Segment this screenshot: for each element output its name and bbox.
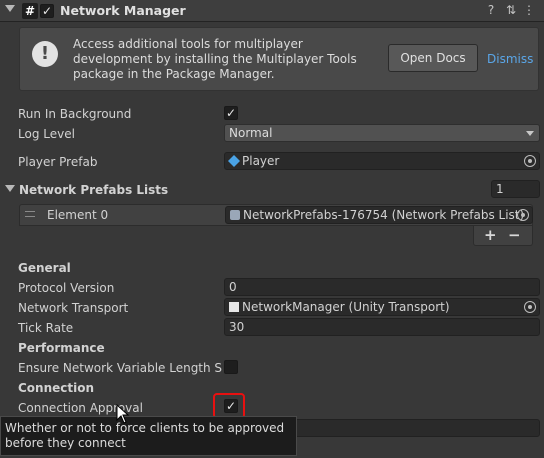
player-prefab-value: Player: [242, 154, 280, 168]
chevron-down-icon: [526, 131, 534, 136]
protocol-version-field[interactable]: 0: [224, 278, 540, 296]
drag-handle-icon[interactable]: [25, 211, 35, 217]
help-icon[interactable]: ?: [484, 3, 498, 17]
more-icon[interactable]: ⋮: [522, 3, 536, 17]
general-heading: General: [18, 261, 71, 275]
open-docs-button[interactable]: Open Docs: [388, 44, 478, 72]
object-picker-icon[interactable]: [524, 301, 536, 313]
object-picker-icon[interactable]: [517, 209, 529, 221]
dismiss-link[interactable]: Dismiss: [487, 52, 533, 66]
element-0-label: Element 0: [47, 208, 109, 222]
prefabs-list-element: Element 0 NetworkPrefabs-176754 (Network…: [19, 204, 533, 226]
info-message: Access additional tools for multiplayer …: [73, 37, 357, 81]
run-in-background-checkbox[interactable]: ✓: [224, 106, 238, 120]
log-level-value: Normal: [229, 126, 273, 140]
log-level-dropdown[interactable]: Normal: [224, 124, 540, 142]
ensure-length-safety-label: Ensure Network Variable Length Safe: [18, 361, 222, 375]
object-picker-icon[interactable]: [524, 155, 536, 167]
script-icon: [22, 3, 38, 19]
tooltip: Whether or not to force clients to be ap…: [0, 416, 297, 456]
player-prefab-label: Player Prefab: [18, 155, 98, 169]
remove-element-button[interactable]: −: [508, 226, 521, 244]
mouse-cursor-icon: [116, 404, 130, 424]
network-transport-field[interactable]: NetworkManager (Unity Transport): [224, 298, 540, 316]
list-add-remove-footer: + −: [473, 226, 533, 246]
tick-rate-label: Tick Rate: [18, 321, 74, 335]
run-in-background-label: Run In Background: [18, 107, 132, 121]
component-header[interactable]: ✓ Network Manager ? ⇅ ⋮: [0, 0, 544, 22]
element-0-field[interactable]: NetworkPrefabs-176754 (Network Prefabs L…: [225, 206, 533, 224]
component-enabled-checkbox[interactable]: ✓: [40, 4, 54, 18]
network-prefabs-lists-label: Network Prefabs Lists: [19, 183, 169, 197]
foldout-arrow-icon[interactable]: [5, 5, 15, 12]
log-level-label: Log Level: [18, 127, 75, 141]
network-transport-label: Network Transport: [18, 301, 129, 315]
component-title: Network Manager: [60, 3, 186, 18]
scriptable-asset-icon: [230, 210, 240, 220]
prefabs-lists-foldout-icon[interactable]: [5, 185, 15, 192]
ensure-length-safety-checkbox[interactable]: [224, 360, 238, 374]
multiplayer-tools-infobox: ! Access additional tools for multiplaye…: [19, 27, 539, 91]
prefabs-lists-count-field[interactable]: 1: [491, 180, 540, 198]
performance-heading: Performance: [18, 341, 105, 355]
protocol-version-label: Protocol Version: [18, 281, 115, 295]
connection-heading: Connection: [18, 381, 95, 395]
add-element-button[interactable]: +: [484, 226, 497, 244]
player-prefab-field[interactable]: Player: [224, 152, 540, 170]
component-icon: [229, 302, 239, 312]
tick-rate-field[interactable]: 30: [224, 318, 540, 336]
info-icon: !: [32, 41, 58, 67]
element-0-value: NetworkPrefabs-176754 (Network Prefabs L…: [243, 208, 525, 222]
prefab-cube-icon: [227, 154, 241, 168]
preset-icon[interactable]: ⇅: [504, 3, 518, 17]
network-transport-value: NetworkManager (Unity Transport): [242, 300, 450, 314]
